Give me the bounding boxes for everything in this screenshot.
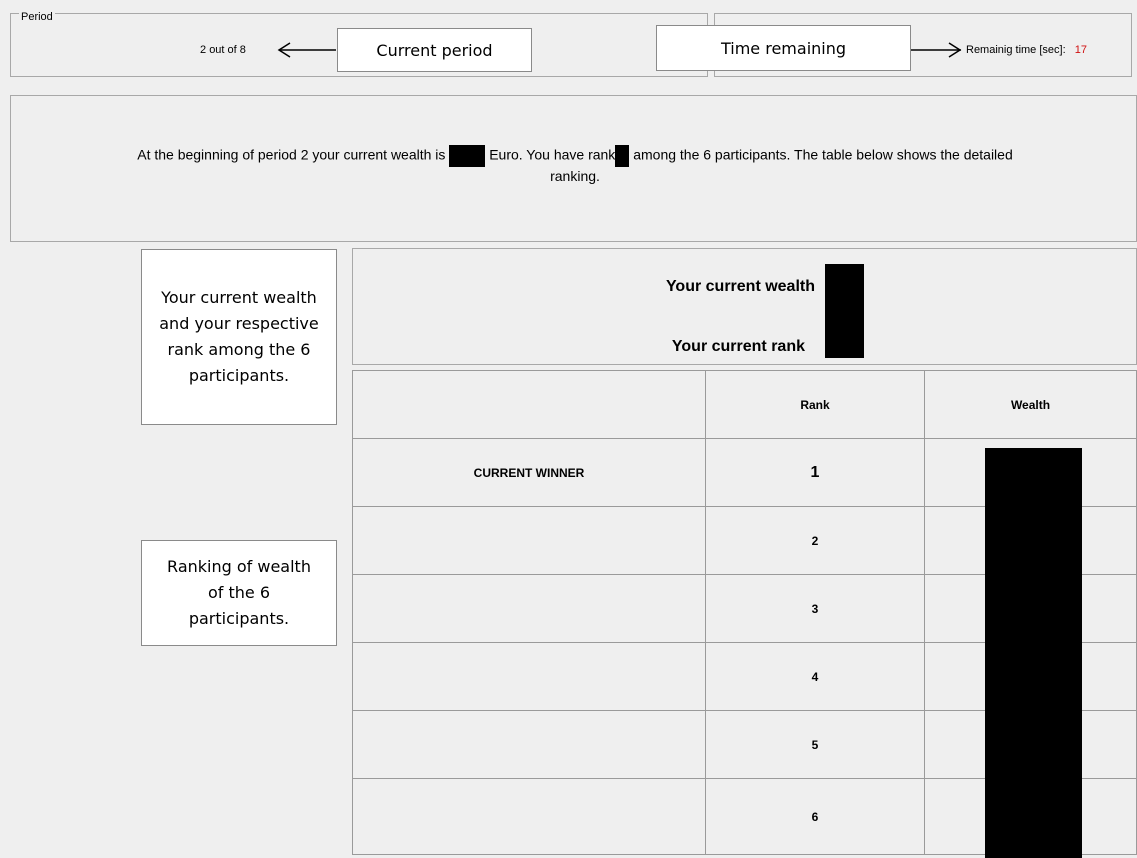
period-total: 8: [239, 44, 246, 56]
period-counter: 2 out of 8: [200, 44, 280, 56]
remaining-time-label: Remainig time [sec]:: [966, 44, 1066, 56]
current-wealth-label: Your current wealth: [665, 278, 815, 295]
row-label: [352, 574, 706, 643]
row-rank: 2: [705, 506, 925, 575]
remaining-time: Remainig time [sec]: 17: [966, 44, 1136, 56]
arrow-left-icon: [277, 42, 336, 58]
table-header-row: Rank Wealth: [352, 370, 1137, 439]
row-label: [352, 506, 706, 575]
header-label-cell: [352, 370, 706, 439]
period-legend: Period: [19, 11, 55, 23]
wealth-redaction: [449, 145, 486, 167]
remaining-time-value: 17: [1074, 44, 1087, 56]
arrow-right-icon: [911, 42, 962, 58]
callout-wealth-rank: Your current wealth and your respective …: [141, 249, 337, 425]
period-current: 2: [200, 44, 207, 56]
row-rank: 5: [705, 710, 925, 779]
callout-ranking: Ranking of wealth of the 6 participants.: [141, 540, 337, 646]
row-rank: 3: [705, 574, 925, 643]
message-text: At the beginning of period 2 your curren…: [137, 145, 1013, 184]
period-out-of: out of: [209, 44, 237, 56]
row-label: [352, 642, 706, 711]
summary-redaction: [825, 264, 864, 358]
callout-current-period: Current period: [337, 28, 532, 72]
row-rank: 6: [705, 778, 925, 855]
row-label: [352, 778, 706, 855]
row-label: [352, 710, 706, 779]
current-rank-label: Your current rank: [671, 338, 805, 355]
row-rank: 1: [705, 438, 925, 507]
wealth-column-redaction: [985, 448, 1082, 858]
callout-time-remaining: Time remaining: [656, 25, 911, 71]
row-label: CURRENT WINNER: [352, 438, 706, 507]
header-wealth: Wealth: [924, 370, 1137, 439]
rank-redaction: [615, 145, 630, 167]
row-rank: 4: [705, 642, 925, 711]
header-rank: Rank: [705, 370, 925, 439]
